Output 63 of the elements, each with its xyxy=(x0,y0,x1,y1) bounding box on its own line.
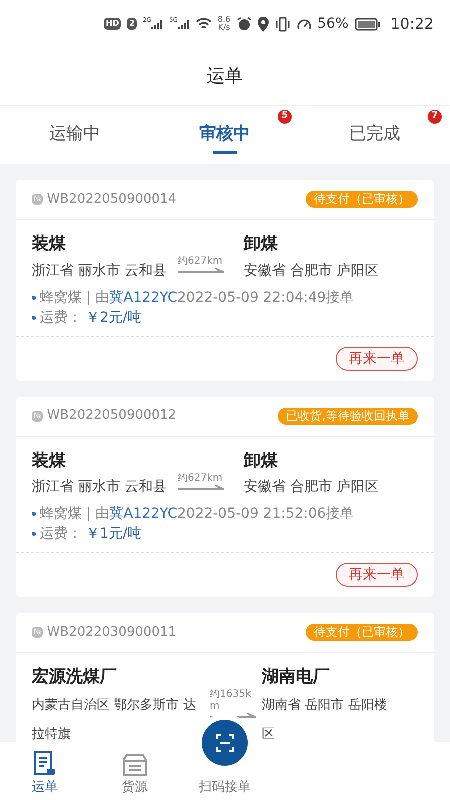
battery-percent: 56% xyxy=(318,14,349,34)
nav-item[interactable]: 运单 xyxy=(0,742,90,800)
count-badge: 7 xyxy=(428,110,442,124)
signal-icon xyxy=(178,18,190,30)
destination-name: 卸煤 xyxy=(244,233,279,256)
page-title: 运单 xyxy=(207,65,243,89)
tab[interactable]: 审核中 5 xyxy=(150,106,300,164)
bullet-icon xyxy=(32,296,36,300)
count-badge: 5 xyxy=(278,110,292,124)
tab[interactable]: 运输中 xyxy=(0,106,150,164)
fee-label: 运费： xyxy=(40,308,82,328)
distance-label: 约627km xyxy=(178,256,223,268)
origin-name: 宏源洗煤厂 xyxy=(32,666,118,689)
reorder-button[interactable]: 再来一单 xyxy=(336,346,418,370)
tab[interactable]: 已完成 7 xyxy=(300,106,450,164)
box-icon xyxy=(122,752,148,778)
vibrate-icon xyxy=(274,16,291,32)
arrow-icon xyxy=(210,713,256,718)
location-icon xyxy=(258,16,269,32)
destination-address: 湖南省 岳阳市 岳阳楼区 xyxy=(262,696,388,742)
arrow-icon xyxy=(178,268,224,273)
origin-name: 装煤 xyxy=(32,233,67,256)
clock-time: 10:22 xyxy=(390,14,434,35)
destination-name: 卸煤 xyxy=(244,450,279,472)
order-info: 蜂窝煤 | 由冀A122YC2022-05-09 22:04:49接单 xyxy=(40,288,354,308)
order-number: WB2022050900012 xyxy=(47,407,177,426)
fee-label: 运费： xyxy=(40,525,82,544)
fee-value: ￥2元/吨 xyxy=(86,308,142,328)
bullet-icon xyxy=(32,532,36,536)
origin-address: 浙江省 丽水市 云和县 xyxy=(32,262,168,280)
nav-item[interactable]: 货源 xyxy=(90,742,180,800)
nav-item[interactable]: 扫码接单 xyxy=(180,776,270,800)
speed-unit: K/s xyxy=(218,24,230,32)
destination-address: 安徽省 合肥市 庐阳区 xyxy=(244,262,380,280)
speed-value: 8.6 xyxy=(218,16,231,24)
order-info: 蜂窝煤 | 由冀A122YC2022-05-09 21:52:06接单 xyxy=(40,505,354,524)
distance-label: 约1635km xyxy=(210,689,252,713)
alarm-icon xyxy=(236,16,252,32)
origin-address: 内蒙古自治区 鄂尔多斯市 达拉特旗 xyxy=(32,696,198,742)
sim-icon: 2 xyxy=(127,18,137,30)
destination-name: 湖南电厂 xyxy=(262,666,331,689)
tab-underline xyxy=(213,151,237,154)
wifi-icon xyxy=(196,18,212,30)
origin-address: 浙江省 丽水市 云和县 xyxy=(32,478,168,497)
order-number: WB2022030900011 xyxy=(47,624,177,642)
status-tag: 待支付（已审核） xyxy=(306,624,418,641)
origin-name: 装煤 xyxy=(32,450,67,472)
bullet-icon xyxy=(32,512,36,516)
status-tag: 待支付（已审核） xyxy=(306,191,418,208)
scan-button[interactable] xyxy=(202,720,248,766)
destination-address: 安徽省 合肥市 庐阳区 xyxy=(244,478,380,497)
bullet-icon xyxy=(32,316,36,320)
hd-icon: HD xyxy=(104,18,122,30)
status-tag: 已收货,等待验收回执单 xyxy=(278,408,418,424)
arrow-icon xyxy=(178,484,224,490)
scan-icon xyxy=(215,733,235,753)
distance-label: 约627km xyxy=(178,472,223,484)
fee-value: ￥1元/吨 xyxy=(86,525,142,544)
battery-icon xyxy=(354,18,381,30)
signal-icon xyxy=(151,18,164,30)
reorder-button[interactable]: 再来一单 xyxy=(336,563,418,587)
order-number: WB2022050900014 xyxy=(47,190,177,209)
document-icon xyxy=(33,750,57,778)
